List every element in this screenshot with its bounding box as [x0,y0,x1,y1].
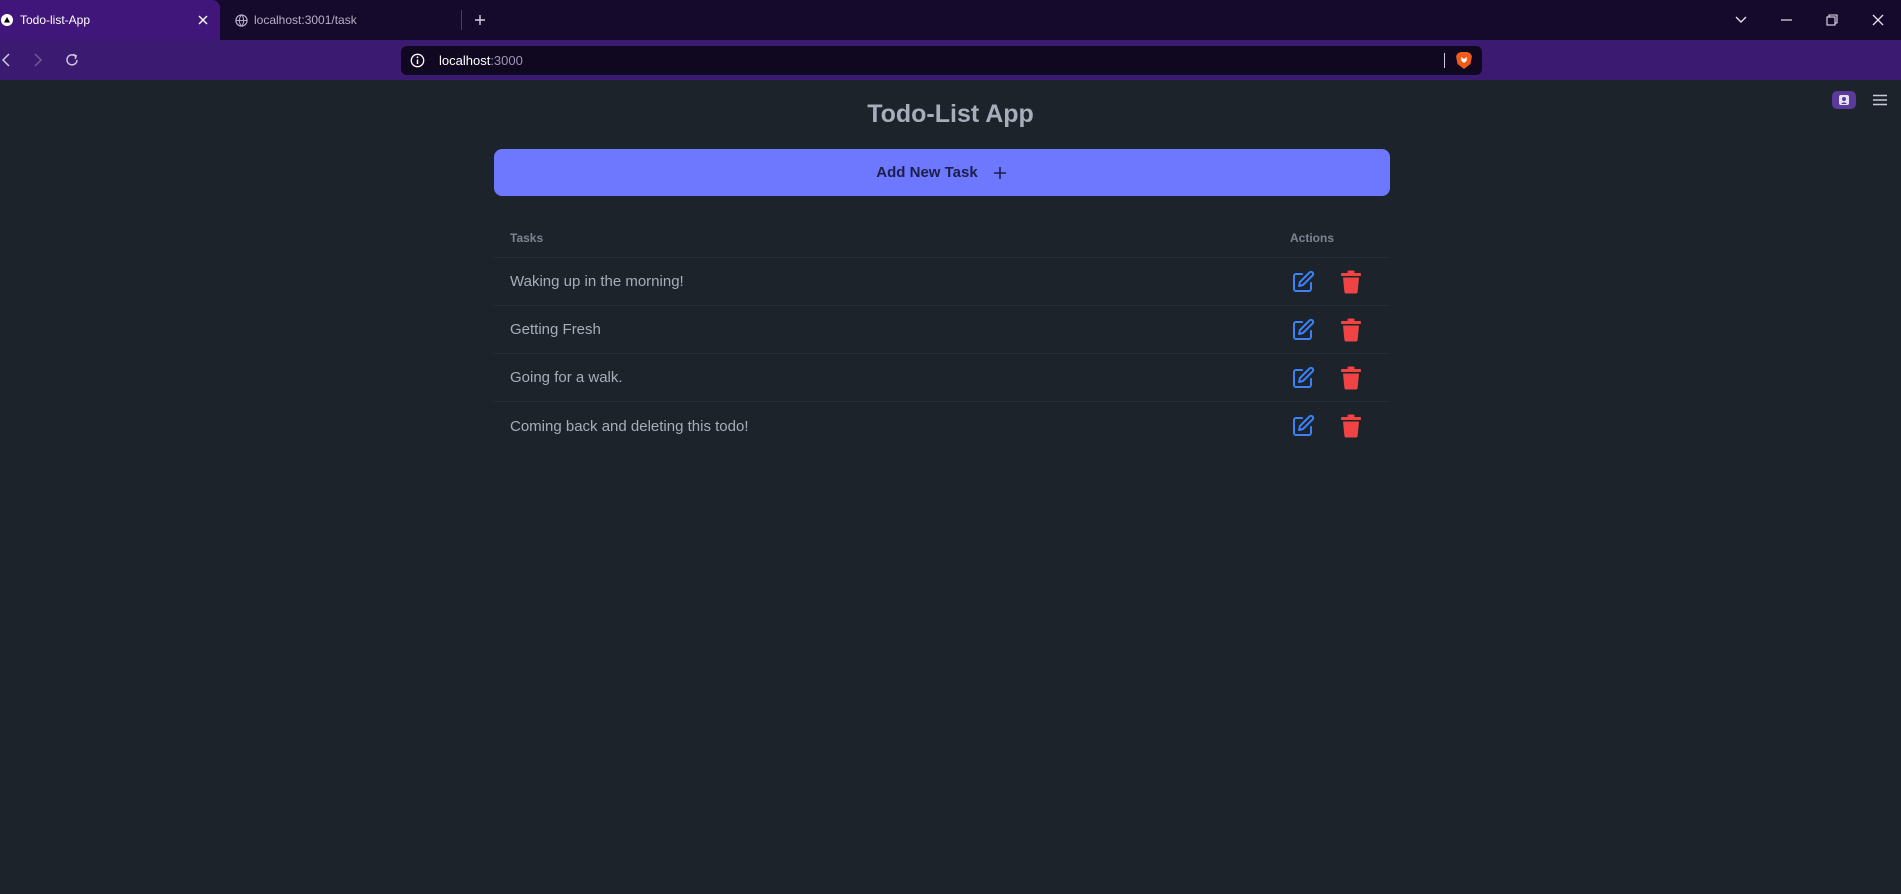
tab-title: Todo-list-App [20,13,91,27]
close-tab-icon[interactable] [192,9,214,31]
task-text: Getting Fresh [510,321,601,338]
delete-trash-icon[interactable] [1338,413,1364,439]
page-title: Todo-List App [867,100,1034,128]
forward-arrow-icon[interactable] [26,48,50,72]
table-row: Getting Fresh [494,306,1390,354]
delete-trash-icon[interactable] [1338,317,1364,343]
tab-todo-list-app[interactable]: Todo-list-App [0,0,220,40]
edit-icon[interactable] [1290,365,1316,391]
site-info-icon[interactable] [410,53,425,68]
table-header: Tasks Actions [494,218,1390,258]
tasks-table: Tasks Actions Waking up in the morning! … [494,218,1390,450]
table-row: Coming back and deleting this todo! [494,402,1390,450]
address-bar[interactable]: localhost:3000 [401,46,1482,75]
globe-icon [234,13,248,27]
close-window-icon[interactable] [1866,8,1890,32]
add-new-task-label: Add New Task [876,164,978,181]
brave-shield-icon[interactable] [1455,51,1473,70]
back-arrow-icon[interactable] [0,48,18,72]
edit-icon[interactable] [1290,413,1316,439]
url-text: localhost:3000 [439,53,523,68]
delete-trash-icon[interactable] [1338,269,1364,295]
restore-icon[interactable] [1820,8,1844,32]
delete-trash-icon[interactable] [1338,365,1364,391]
tab-search-chevron-down-icon[interactable] [1729,8,1753,32]
add-new-task-button[interactable]: Add New Task [494,149,1390,196]
plus-icon [992,165,1008,181]
task-text: Waking up in the morning! [510,273,684,290]
minimize-icon[interactable] [1774,8,1798,32]
tab-divider [461,10,462,30]
row-actions [1290,365,1374,391]
reload-icon[interactable] [60,48,84,72]
table-row: Waking up in the morning! [494,258,1390,306]
edit-icon[interactable] [1290,317,1316,343]
url-divider [1444,53,1445,68]
edit-icon[interactable] [1290,269,1316,295]
row-actions [1290,413,1374,439]
row-actions [1290,317,1374,343]
tab-localhost-3001-task[interactable]: localhost:3001/task [222,0,460,40]
task-text: Coming back and deleting this todo! [510,417,749,435]
url-host: localhost [439,53,491,68]
browser-tab-strip: Todo-list-App localhost:3001/task [0,0,1901,40]
table-row: Going for a walk. [494,354,1390,402]
new-tab-plus-icon[interactable] [468,8,492,32]
task-text: Going for a walk. [510,369,623,386]
actions-column-header: Actions [1290,230,1335,245]
row-actions [1290,269,1374,295]
tab-title: localhost:3001/task [254,13,357,27]
triangle-icon [0,13,14,27]
tasks-column-header: Tasks [510,230,544,245]
url-port: :3000 [490,53,523,68]
